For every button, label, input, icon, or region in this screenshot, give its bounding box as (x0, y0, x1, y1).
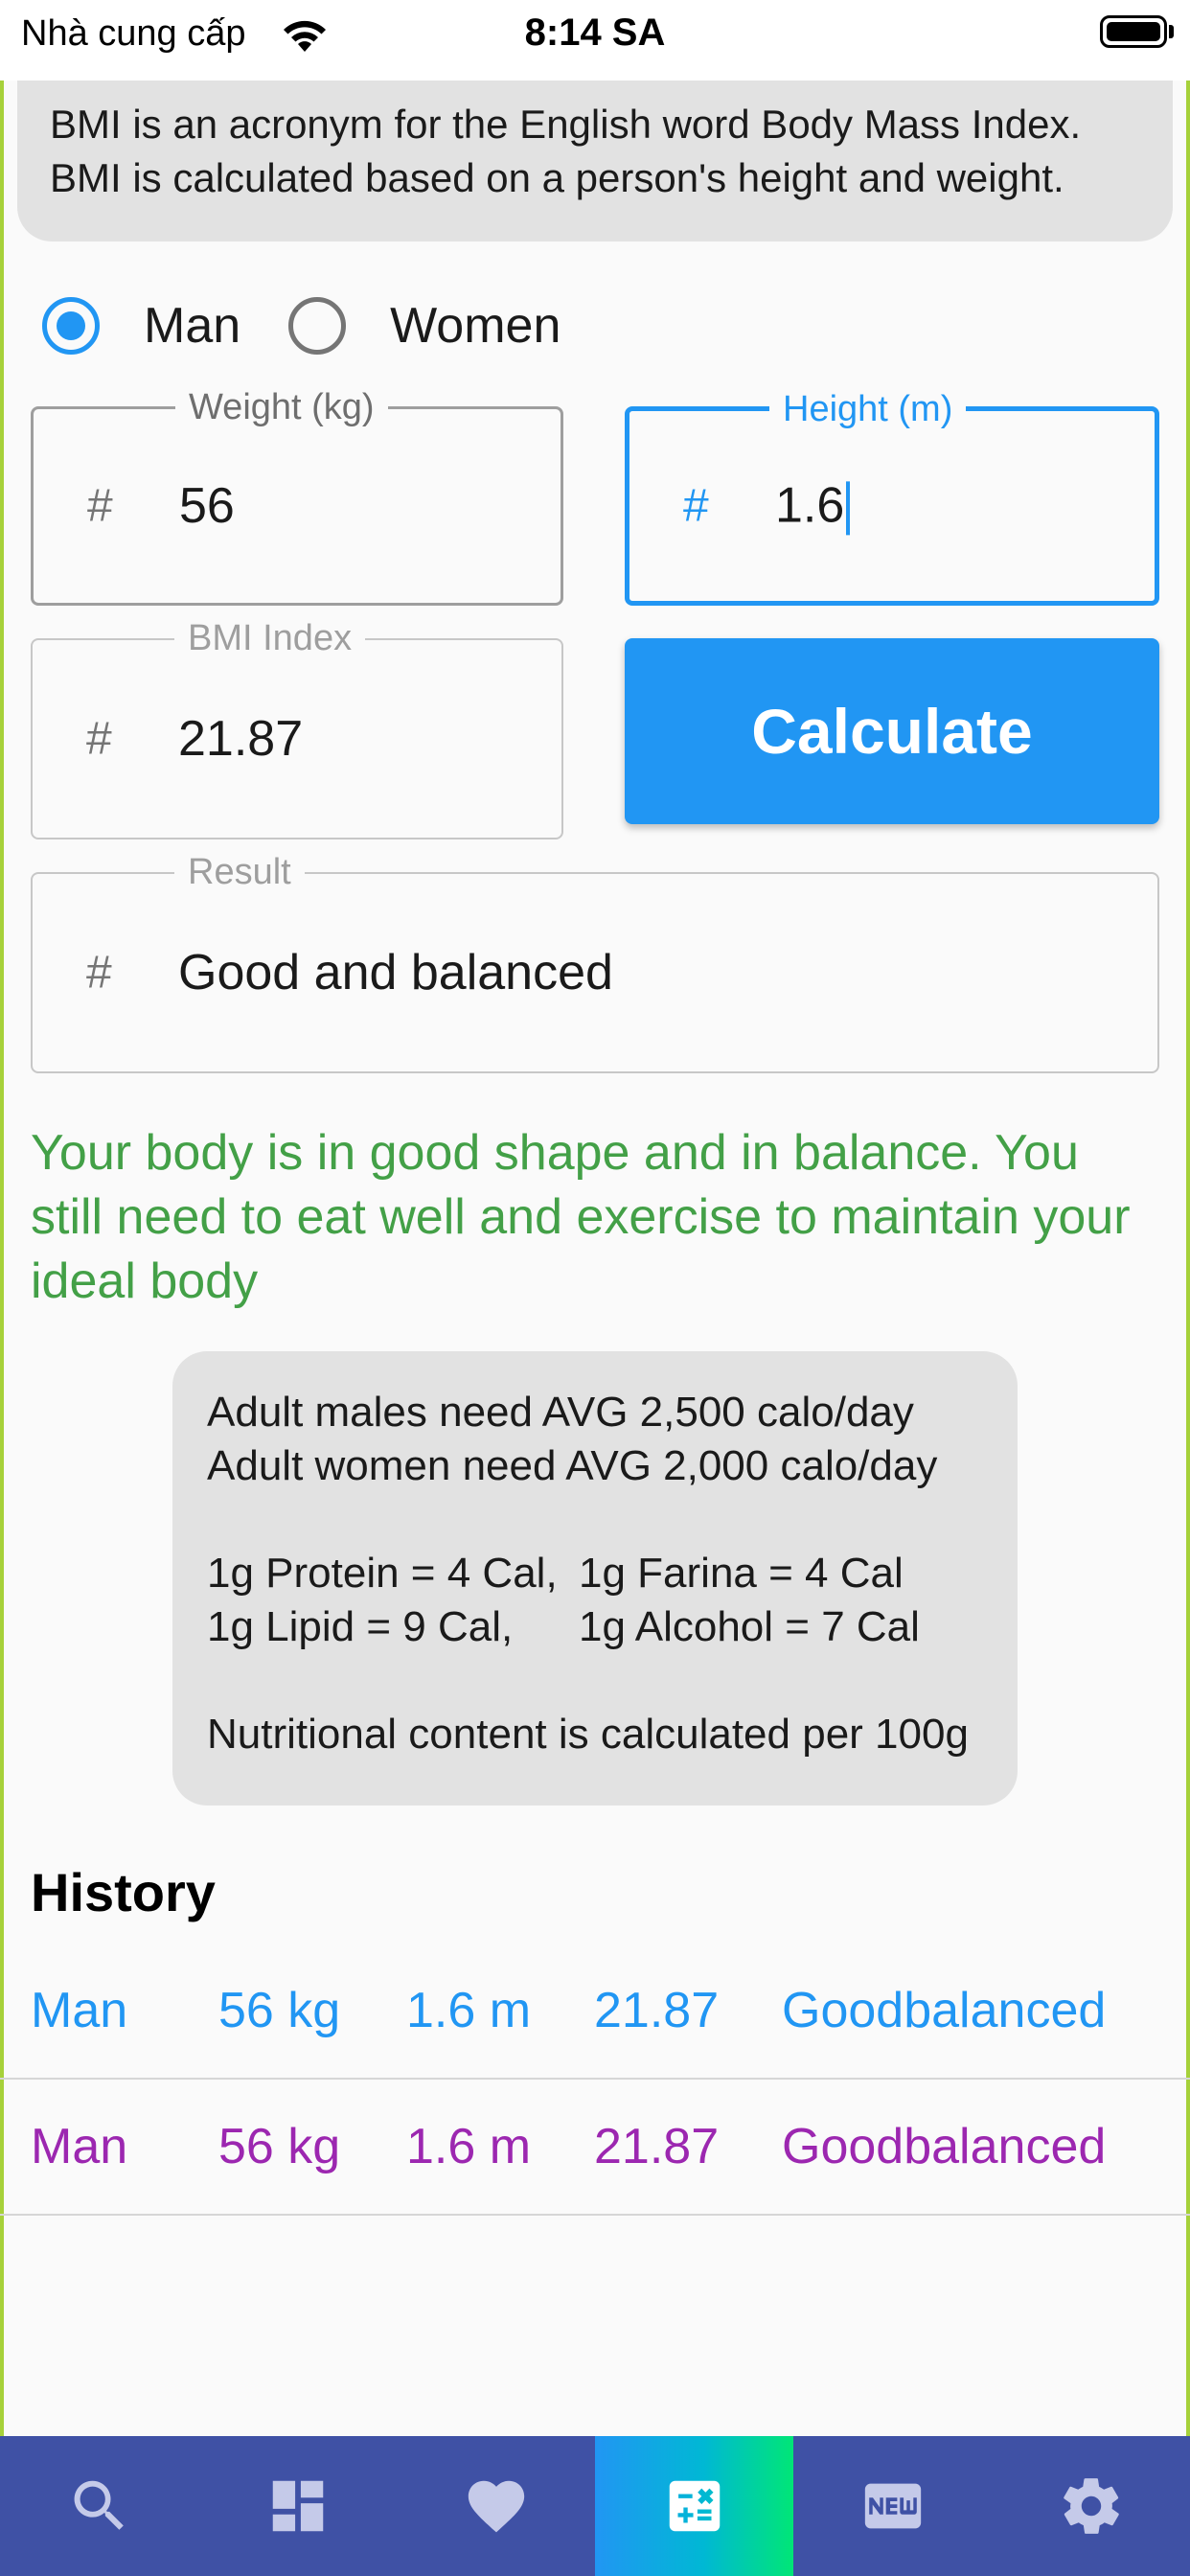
hash-icon: # (683, 480, 709, 532)
radio-women-label[interactable]: Women (390, 297, 561, 355)
nutrition-alcohol: 1g Alcohol = 7 Cal (579, 1603, 920, 1650)
new-badge-icon (864, 2483, 921, 2529)
height-input[interactable]: 1.6 (775, 476, 851, 536)
result-value: Good and balanced (178, 945, 613, 1000)
history-height: 1.6 m (406, 1983, 532, 2038)
text-cursor (846, 481, 851, 536)
nutrition-farina: 1g Farina = 4 Cal (579, 1550, 904, 1597)
advice-text: Your body is in good shape and in balanc… (31, 1125, 1131, 1309)
history-result: Goodbalanced (782, 2119, 1107, 2174)
bmi-index-label: BMI Index (174, 617, 366, 659)
weight-input[interactable]: 56 (179, 477, 235, 535)
status-time: 8:14 SA (524, 12, 666, 54)
gear-icon (1063, 2478, 1119, 2534)
bmi-info-line-2: BMI is calculated based on a person's he… (50, 155, 1064, 200)
nutrition-protein: 1g Protein = 4 Cal, (207, 1550, 558, 1597)
bmi-info-box: BMI is an acronym for the English word B… (17, 80, 1173, 242)
dashboard-icon (272, 2480, 323, 2532)
bmi-index-field: BMI Index # 21.87 (31, 617, 563, 840)
heart-icon (468, 2480, 524, 2533)
status-bar: Nhà cung cấp 8:14 SA (0, 0, 1190, 80)
history-row[interactable]: Man 56 kg 1.6 m 21.87 Goodbalanced (0, 1944, 1190, 2080)
gender-radio-group: Man Women (42, 288, 608, 364)
history-gender: Man (31, 1983, 128, 2038)
bottom-nav (0, 2436, 1190, 2576)
history-bmi: 21.87 (594, 2119, 720, 2174)
nutrition-note: Nutritional content is calculated per 10… (207, 1711, 969, 1758)
radio-man[interactable] (42, 297, 100, 355)
nutrition-male-line: Adult males need AVG 2,500 calo/day (207, 1389, 914, 1436)
history-gender: Man (31, 2119, 128, 2174)
weight-field[interactable]: Weight (kg) # 56 (31, 386, 563, 606)
hash-icon: # (86, 713, 112, 765)
hash-icon: # (86, 947, 112, 999)
search-icon (74, 2480, 124, 2530)
result-label: Result (174, 851, 305, 893)
nav-favorites[interactable] (397, 2436, 595, 2576)
bmi-info-line-1: BMI is an acronym for the English word B… (50, 102, 1082, 147)
history-result: Goodbalanced (782, 1983, 1107, 2038)
history-row[interactable]: Man 56 kg 1.6 m 21.87 Goodbalanced (0, 2080, 1190, 2216)
nutrition-info-box: Adult males need AVG 2,500 calo/day Adul… (172, 1351, 1018, 1806)
history-title: History (31, 1862, 216, 1922)
battery-icon (1100, 15, 1167, 48)
history-bmi: 21.87 (594, 1983, 720, 2038)
battery-tip (1169, 25, 1174, 38)
nutrition-lipid: 1g Lipid = 9 Cal, (207, 1603, 514, 1650)
height-field[interactable]: Height (m) # 1.6 (625, 388, 1159, 606)
calculator-icon (669, 2480, 720, 2532)
history-weight: 56 kg (218, 2119, 341, 2174)
bmi-index-value: 21.87 (178, 711, 304, 767)
hash-icon: # (87, 480, 113, 532)
history-height: 1.6 m (406, 2119, 532, 2174)
nav-search[interactable] (0, 2436, 198, 2576)
history-weight: 56 kg (218, 1983, 341, 2038)
nav-dashboard[interactable] (198, 2436, 397, 2576)
nav-calculator[interactable] (595, 2436, 793, 2576)
weight-label: Weight (kg) (175, 386, 388, 428)
height-label: Height (m) (769, 388, 967, 430)
radio-man-label[interactable]: Man (144, 297, 240, 355)
nav-settings[interactable] (992, 2436, 1190, 2576)
nutrition-female-line: Adult women need AVG 2,000 calo/day (207, 1442, 938, 1489)
nav-new[interactable] (793, 2436, 992, 2576)
bmi-screen: Nhà cung cấp 8:14 SA BMI is an acronym f… (0, 0, 1190, 2576)
calculate-button[interactable]: Calculate (625, 638, 1159, 824)
height-input-value: 1.6 (775, 477, 845, 534)
radio-women[interactable] (288, 297, 347, 355)
result-field: Result # Good and balanced (31, 851, 1159, 1073)
